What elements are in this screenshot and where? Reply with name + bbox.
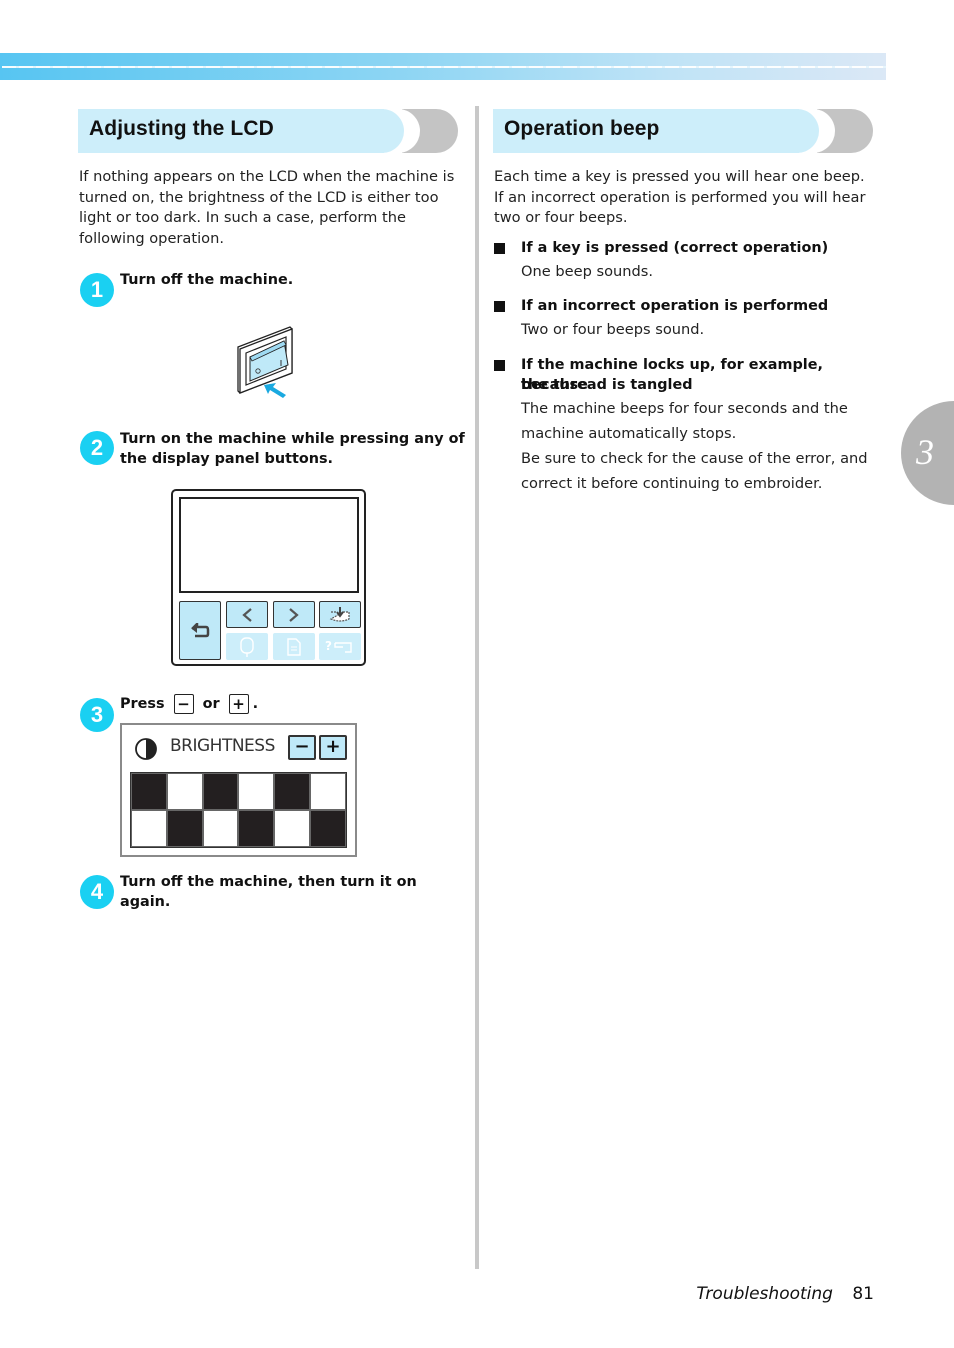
checker-cell-white [310, 773, 346, 810]
help-button: ? [319, 633, 361, 660]
bullet-body-line: Be sure to check for the cause of the er… [521, 450, 868, 467]
checker-cell-white [274, 810, 311, 847]
step-text: Turn off the machine. [120, 272, 294, 288]
checker-cell-black [166, 810, 203, 847]
bullet-body-line: The machine beeps for four seconds and t… [521, 400, 848, 417]
press-label: Press [120, 696, 165, 712]
bullet-body: One beep sounds. [521, 263, 654, 280]
section-title: Operation beep [504, 117, 660, 140]
bullet-body-line: machine automatically stops. [521, 425, 737, 442]
top-color-band [0, 53, 886, 80]
checker-cell-white [238, 773, 275, 810]
plus-key-icon: + [228, 694, 249, 714]
bullet-title: If an incorrect operation is performed [521, 298, 829, 314]
next-button [273, 601, 315, 628]
previous-icon [242, 607, 252, 622]
intro-paragraph: If nothing appears on the LCD when the m… [79, 168, 455, 247]
pocket-save-button [319, 601, 361, 628]
next-icon [289, 607, 299, 622]
bullet-body: Two or four beeps sound. [521, 321, 705, 338]
bullet-square-icon [494, 360, 505, 371]
document-button [273, 633, 315, 660]
embroidery-hoop-icon [240, 636, 254, 657]
chapter-number: 3 [916, 432, 934, 472]
back-button [179, 601, 221, 660]
step-number: 3 [80, 698, 114, 732]
power-switch-illustration [237, 326, 293, 398]
lcd-screen [179, 497, 359, 593]
checker-cell-white [131, 810, 167, 847]
document-icon [287, 637, 301, 656]
section-header-operation-beep: Operation beep [493, 109, 873, 153]
bullet-square-icon [494, 301, 505, 312]
column-divider [475, 106, 479, 1269]
section-header-adjusting-lcd: Adjusting the LCD [78, 109, 458, 153]
checker-cell-black [238, 810, 275, 847]
section-title: Adjusting the LCD [89, 117, 274, 140]
page-footer: Troubleshooting 81 [696, 1284, 874, 1304]
checker-pattern [130, 772, 347, 848]
step-text: Turn off the machine, then turn it on ag… [120, 874, 417, 910]
band-dashed-line [2, 66, 886, 68]
checker-cell-black [274, 773, 311, 810]
step-number: 1 [80, 273, 114, 307]
previous-button [226, 601, 268, 628]
bullet-body-line: correct it before continuing to embroide… [521, 475, 823, 492]
or-label: or [202, 696, 220, 712]
page-number: 81 [852, 1284, 874, 1304]
period: . [252, 696, 259, 712]
footer-section-name: Troubleshooting [696, 1284, 833, 1304]
chapter-tab: 3 [901, 401, 954, 505]
intro-paragraph: Each time a key is pressed you will hear… [494, 168, 866, 226]
brightness-label: BRIGHTNESS [170, 736, 275, 756]
embroidery-button [226, 633, 268, 660]
checker-cell-black [131, 773, 167, 810]
display-panel-illustration: ? [171, 489, 366, 666]
help-machine-icon: ? [325, 639, 352, 653]
bullet-square-icon [494, 243, 505, 254]
bullet-title: If a key is pressed (correct operation) [521, 240, 829, 256]
contrast-icon [135, 738, 157, 760]
step-text-press: Press − or +. [120, 694, 465, 714]
step-number: 2 [80, 431, 114, 465]
bullet-title-line2: the thread is tangled [521, 377, 693, 393]
step-number: 4 [80, 875, 114, 909]
checker-cell-black [310, 810, 346, 847]
brightness-screen-illustration: BRIGHTNESS − + [120, 723, 357, 857]
save-to-pocket-icon [329, 606, 350, 622]
step-text: Turn on the machine while pressing any o… [120, 431, 465, 467]
svg-text:?: ? [325, 639, 332, 653]
checker-cell-white [202, 810, 239, 847]
brightness-plus-key: + [319, 735, 347, 760]
minus-key-icon: − [173, 694, 194, 714]
press-arrow-icon [264, 383, 286, 398]
checker-cell-black [202, 773, 239, 810]
brightness-minus-key: − [288, 735, 316, 760]
back-icon [191, 622, 210, 637]
checker-cell-white [166, 773, 203, 810]
